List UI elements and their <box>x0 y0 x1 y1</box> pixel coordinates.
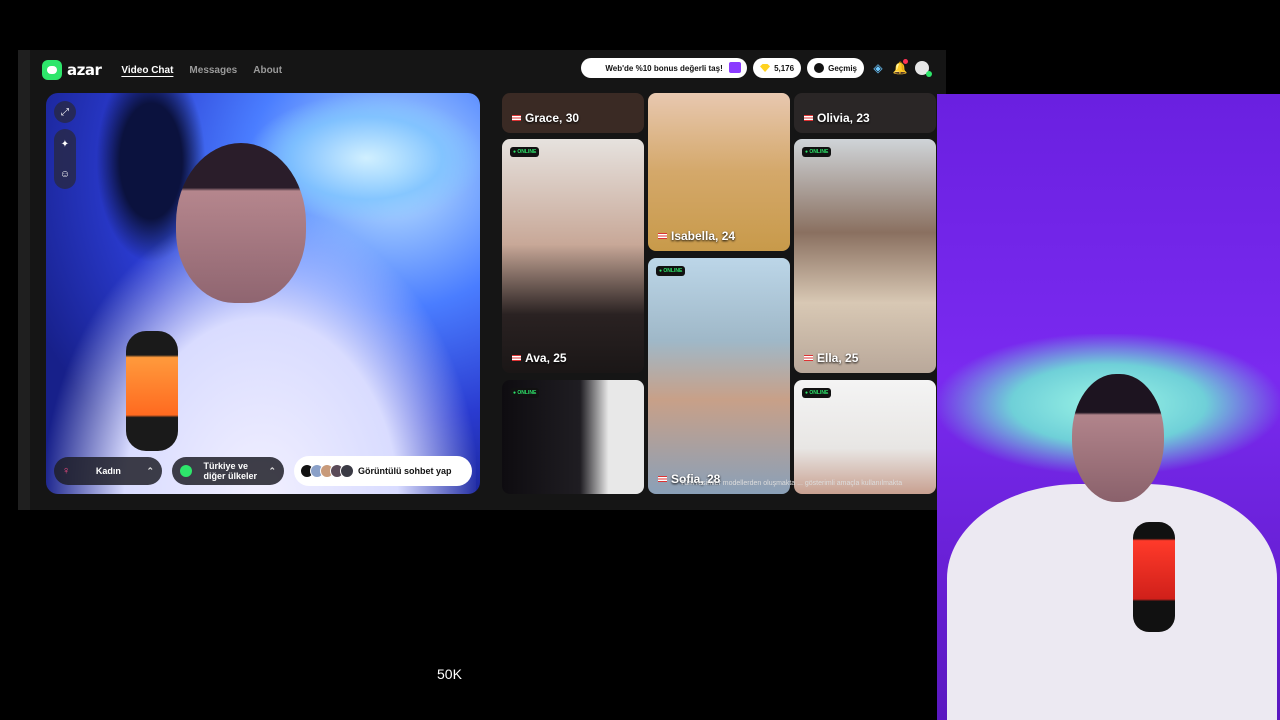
us-flag-icon <box>804 355 813 361</box>
profile-photo <box>648 258 790 494</box>
azar-logo-icon <box>42 60 62 80</box>
us-flag-icon <box>512 355 521 361</box>
profile-card[interactable]: ● ONLINE Ella, 25 <box>794 139 936 373</box>
main-nav: Video Chat Messages About <box>121 65 282 76</box>
gem-icon <box>760 64 771 72</box>
avatar-icon <box>915 61 932 77</box>
profile-name-text: Isabella, 24 <box>671 229 736 243</box>
country-label-line1: Türkiye ve <box>203 461 248 471</box>
us-flag-icon <box>658 476 667 482</box>
disclaimer-caption: Tüm resimler modellerden oluşmakta ... g… <box>680 480 903 487</box>
profile-name-text: Ella, 25 <box>817 351 859 365</box>
promo-text: Web'de %10 bonus değerli taş! <box>605 63 723 73</box>
online-badge: ● ONLINE <box>802 147 832 157</box>
effects-group: ✦ ☺ <box>54 129 76 189</box>
start-label: Görüntülü sohbet yap <box>358 466 452 476</box>
azar-app-window: azar Video Chat Messages About Web'de %1… <box>18 50 946 510</box>
expand-icon[interactable]: ⤢ <box>54 101 76 123</box>
profile-name: Isabella, 24 <box>658 229 735 243</box>
profile-name: Ella, 25 <box>804 351 858 365</box>
chevron-up-icon: ⌃ <box>146 465 154 476</box>
online-badge: ● ONLINE <box>656 266 686 276</box>
online-badge: ● ONLINE <box>510 388 540 398</box>
profile-card[interactable]: Isabella, 24 <box>648 93 790 251</box>
match-controls: ♀ Kadın ⌃ Türkiye ve diğer ülkeler ⌃ Görü… <box>54 456 472 486</box>
online-badge: ● ONLINE <box>802 388 832 398</box>
video-tools: ⤢ ✦ ☺ <box>54 101 76 189</box>
us-flag-icon <box>804 115 813 121</box>
streamer-head <box>1072 374 1164 502</box>
bell-icon[interactable]: 🔔 <box>892 59 908 76</box>
country-label-line2: diğer ülkeler <box>203 471 257 481</box>
magic-wand-icon[interactable]: ✦ <box>54 133 76 155</box>
profile-card[interactable]: ● ONLINE <box>502 380 644 494</box>
view-counter: 50K <box>437 666 462 682</box>
us-flag-icon <box>658 233 667 239</box>
country-label: Türkiye ve diğer ülkeler <box>203 461 257 481</box>
sticker-icon[interactable]: ☺ <box>54 163 76 185</box>
profile-name-text: Olivia, 23 <box>817 111 870 125</box>
microphone <box>126 331 178 451</box>
country-filter-button[interactable]: Türkiye ve diğer ülkeler ⌃ <box>172 457 284 485</box>
profile-card[interactable]: Grace, 30 <box>502 93 644 133</box>
profile-card[interactable]: ● ONLINE <box>794 380 936 494</box>
history-button[interactable]: Geçmiş <box>807 58 864 78</box>
profile-card[interactable]: Olivia, 23 <box>794 93 936 133</box>
logo[interactable]: azar <box>42 60 102 80</box>
notification-dot <box>903 59 908 64</box>
us-flag-icon <box>512 115 521 121</box>
history-label: Geçmiş <box>828 63 857 73</box>
profile-photo <box>794 139 936 373</box>
avatar <box>340 464 354 478</box>
globe-icon <box>180 465 192 477</box>
clock-icon <box>814 63 825 73</box>
microphone <box>1133 522 1175 632</box>
own-video-preview: ⤢ ✦ ☺ ♀ Kadın ⌃ Türkiye ve diğer ülkeler … <box>46 93 480 494</box>
female-icon: ♀ <box>62 465 71 477</box>
nav-messages[interactable]: Messages <box>189 65 237 76</box>
start-video-chat-button[interactable]: Görüntülü sohbet yap <box>294 456 472 486</box>
profile-name-text: Grace, 30 <box>525 111 580 125</box>
profile-button[interactable] <box>914 60 932 77</box>
chevron-up-icon: ⌃ <box>268 466 276 476</box>
gender-filter-button[interactable]: ♀ Kadın ⌃ <box>54 457 162 485</box>
promo-banner-button[interactable]: Web'de %10 bonus değerli taş! <box>581 58 748 78</box>
profile-photo <box>648 93 790 251</box>
gift-icon <box>729 62 742 73</box>
profile-grid: Grace, 30 Isabella, 24 Olivia, 23 ● ONLI… <box>502 93 938 494</box>
profile-name: Grace, 30 <box>512 111 579 125</box>
online-badge: ● ONLINE <box>510 147 540 157</box>
logo-text: azar <box>67 61 102 79</box>
profile-name-text: Ava, 25 <box>525 351 567 365</box>
gems-count: 5,176 <box>774 63 795 73</box>
gems-balance-button[interactable]: 5,176 <box>753 58 802 78</box>
profile-card[interactable]: ● ONLINE Sofia, 28 <box>648 258 790 494</box>
nav-video-chat[interactable]: Video Chat <box>121 65 173 76</box>
streamer-webcam-overlay <box>937 94 1280 720</box>
nav-about[interactable]: About <box>253 65 282 76</box>
gender-label: Kadın <box>95 466 121 476</box>
top-right-actions: Web'de %10 bonus değerli taş! 5,176 Geçm… <box>581 58 932 78</box>
avatar-stack <box>300 464 354 478</box>
store-icon[interactable]: ◈ <box>870 60 886 76</box>
top-bar: azar Video Chat Messages About Web'de %1… <box>30 50 946 90</box>
profile-name: Ava, 25 <box>512 351 567 365</box>
streamer-body <box>947 484 1277 720</box>
profile-card[interactable]: ● ONLINE Ava, 25 <box>502 139 644 373</box>
profile-photo <box>502 139 644 373</box>
user-head <box>176 143 306 303</box>
profile-name: Olivia, 23 <box>804 111 870 125</box>
